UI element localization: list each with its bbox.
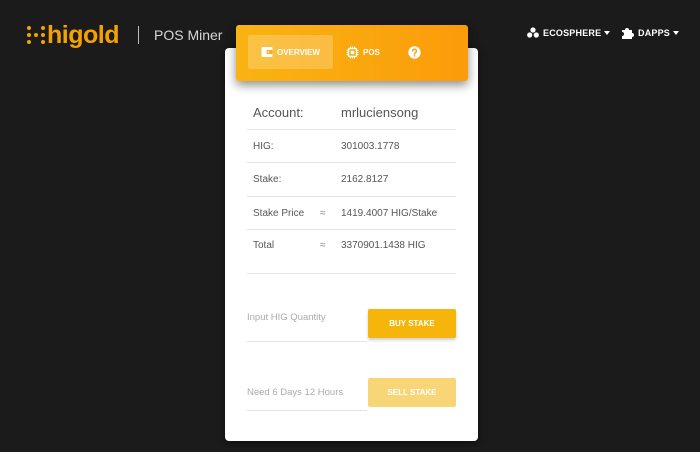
tab-help[interactable]	[408, 35, 425, 69]
approx-sign: ≈	[320, 208, 326, 219]
higold-logo[interactable]: higold	[27, 22, 119, 48]
ecosphere-icon	[527, 27, 539, 38]
help-icon	[408, 45, 421, 59]
row-value: 1419.4007 HIG/Stake	[341, 208, 438, 219]
header-divider	[138, 26, 139, 44]
row-label: Stake:	[253, 174, 282, 185]
account-label: Account:	[253, 105, 304, 120]
row-value: 2162.8127	[341, 174, 389, 185]
row-value: 301003.1778	[341, 141, 400, 152]
puzzle-icon	[621, 27, 634, 39]
hig-quantity-placeholder: Input HIG Quantity	[247, 312, 326, 323]
chevron-down-icon	[673, 31, 680, 35]
approx-sign: ≈	[320, 240, 326, 251]
hig-quantity-input[interactable]: Input HIG Quantity	[247, 310, 367, 342]
account-value: mrluciensong	[341, 105, 419, 120]
tab-pos-label: POS	[363, 47, 380, 57]
row-label: HIG:	[253, 141, 274, 152]
row-label: Total	[253, 240, 275, 251]
tab-bar: OVERVIEW POS	[236, 25, 468, 81]
chip-icon	[346, 46, 359, 59]
stake-price-row: Stake Price ≈ 1419.4007 HIG/Stake	[247, 196, 456, 230]
stake-row: Stake: 2162.8127	[247, 162, 456, 197]
logo-dots-icon	[27, 26, 45, 44]
buy-stake-button[interactable]: BUY STAKE	[368, 309, 456, 338]
tab-pos[interactable]: POS	[346, 35, 380, 69]
nav-ecosphere-label: ECOSPHERE	[543, 27, 602, 38]
logo-text: higold	[47, 21, 119, 49]
nav-dapps-label: DAPPS	[638, 28, 671, 38]
app-title: POS Miner	[154, 27, 223, 43]
nav-ecosphere[interactable]: ECOSPHERE	[527, 27, 611, 38]
row-value: 3370901.1438 HIG	[341, 240, 426, 251]
hig-balance-row: HIG: 301003.1778	[247, 129, 456, 163]
wallet-icon	[261, 46, 273, 58]
total-row: Total ≈ 3370901.1438 HIG	[247, 229, 456, 274]
row-label: Stake Price	[253, 208, 305, 219]
account-row: Account: mrluciensong	[247, 95, 456, 130]
chevron-down-icon	[604, 30, 611, 35]
sell-stake-button[interactable]: SELL STAKE	[368, 378, 456, 407]
nav-dapps[interactable]: DAPPS	[621, 27, 680, 39]
tab-overview-label: OVERVIEW	[277, 47, 320, 57]
tab-overview[interactable]: OVERVIEW	[248, 35, 333, 69]
sell-notice-field: Need 6 Days 12 Hours	[247, 378, 367, 411]
sell-wait-notice: Need 6 Days 12 Hours	[247, 387, 344, 398]
